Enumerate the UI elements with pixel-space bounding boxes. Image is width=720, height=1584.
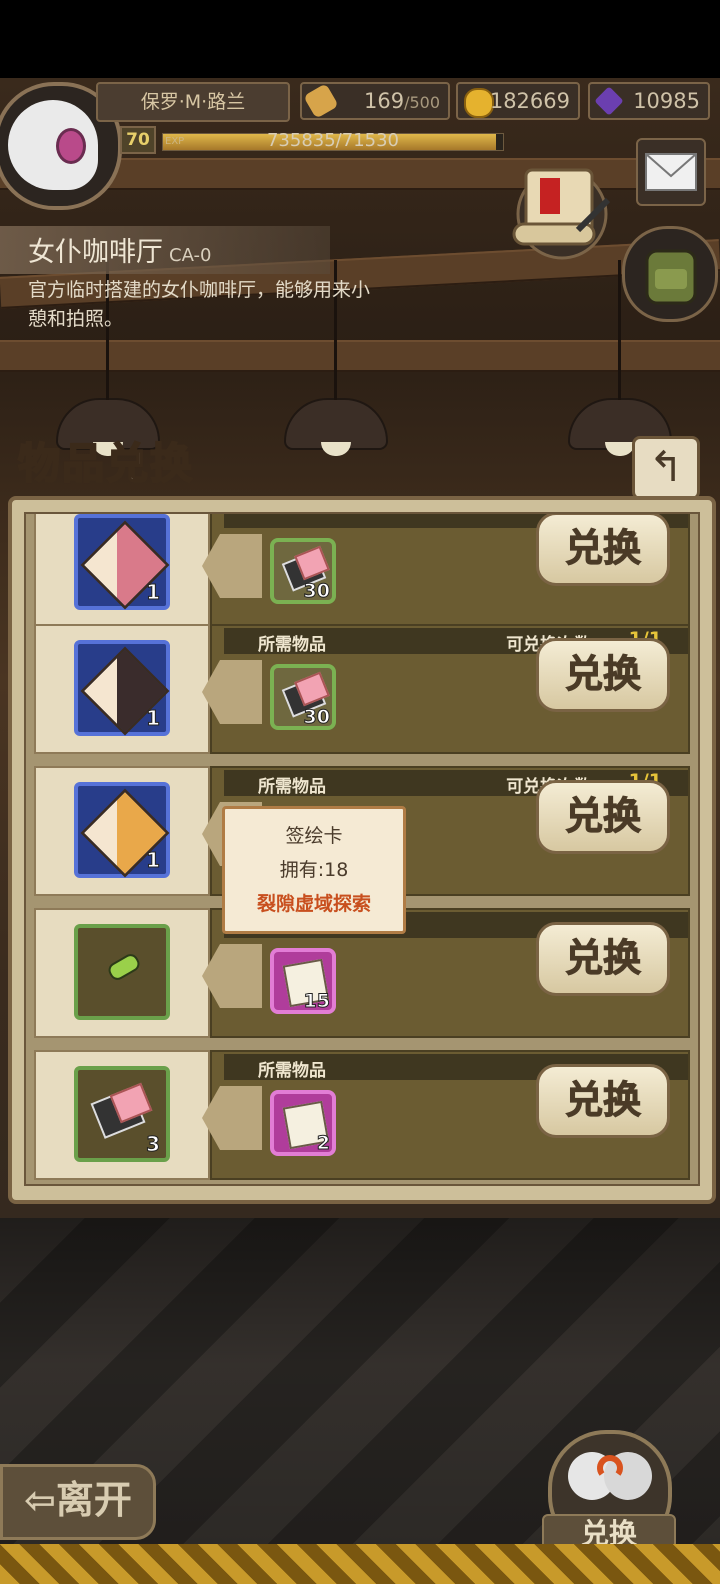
gem-icon (594, 86, 624, 116)
exchange-row: 所需物品可兑换次数:1/1130兑换 (34, 624, 690, 754)
exp-bar: EXP 735835/71530 (162, 130, 504, 151)
required-quantity: 15 (303, 990, 330, 1013)
required-items-label: 所需物品 (258, 777, 326, 797)
reward-quantity: 1 (146, 580, 161, 605)
required-items-label: 所需物品 (258, 635, 326, 655)
stamina-counter[interactable]: 169/500 (300, 82, 450, 120)
required-items-label: 所需物品 (258, 1061, 326, 1081)
panel-title: 物品兑换 (17, 438, 195, 489)
required-item-slot[interactable]: 15 (270, 948, 336, 1014)
player-name: 保罗·M·路兰 (96, 82, 290, 122)
exchange-menu-button[interactable]: 兑换 (542, 1430, 676, 1554)
bottom-hazard-strip (0, 1544, 720, 1584)
leave-button[interactable]: ⇦离开 (0, 1464, 156, 1540)
location-code: CA-0 (169, 245, 212, 266)
reward-item-slot[interactable]: 3 (74, 1066, 170, 1162)
bread-icon (303, 83, 339, 119)
tooltip-source: 裂隙虚域探索 (256, 893, 371, 915)
tooltip-owned: 拥有:18 (279, 859, 349, 881)
location-description: 官方临时搭建的女仆咖啡厅，能够用来小憩和拍照。 (28, 279, 371, 330)
required-item-slot[interactable]: 30 (270, 664, 336, 730)
required-quantity: 30 (303, 706, 330, 729)
location-title: 女仆咖啡厅 CA-0 (28, 237, 212, 268)
exchange-button[interactable]: 兑换 (536, 922, 670, 996)
reward-quantity: 1 (146, 706, 161, 731)
item-tooltip: 签绘卡 拥有:18 裂隙虚域探索 (222, 806, 406, 934)
status-area (0, 0, 720, 78)
tooltip-item-name: 签绘卡 (285, 825, 343, 847)
exchange-row: 1 30 兑换 (34, 514, 690, 628)
exp-value: 735835/71530 (266, 130, 400, 151)
exchange-row: 所需物品 3 2 兑换 (34, 1050, 690, 1180)
level-badge: 70 (120, 126, 156, 154)
mail-icon[interactable] (636, 138, 706, 206)
exchange-button[interactable]: 兑换 (536, 514, 670, 586)
return-arrow-icon: ↰ (648, 442, 684, 491)
quest-scroll-icon[interactable] (508, 160, 616, 260)
reward-quantity: 1 (146, 848, 161, 873)
exchange-button[interactable]: 兑换 (536, 638, 670, 712)
exchange-button[interactable]: 兑换 (536, 780, 670, 854)
reward-item-slot[interactable]: 1 (74, 782, 170, 878)
exchange-bag-icon (568, 1452, 652, 1500)
green-item-icon (105, 951, 143, 983)
required-quantity: 30 (303, 580, 330, 603)
back-button[interactable]: ↰ (632, 436, 700, 500)
exchange-button[interactable]: 兑换 (536, 1064, 670, 1138)
required-item-slot[interactable]: 2 (270, 1090, 336, 1156)
reward-item-slot[interactable]: 1 (74, 514, 170, 610)
gem-counter[interactable]: 10985 (588, 82, 710, 120)
reward-item-slot[interactable] (74, 924, 170, 1020)
required-quantity: 2 (316, 1132, 330, 1155)
reward-item-slot[interactable]: 1 (74, 640, 170, 736)
backpack-icon[interactable] (622, 226, 718, 322)
gold-counter[interactable]: 182669 (456, 82, 580, 120)
required-item-slot[interactable]: 30 (270, 538, 336, 604)
reward-quantity: 3 (146, 1132, 161, 1157)
